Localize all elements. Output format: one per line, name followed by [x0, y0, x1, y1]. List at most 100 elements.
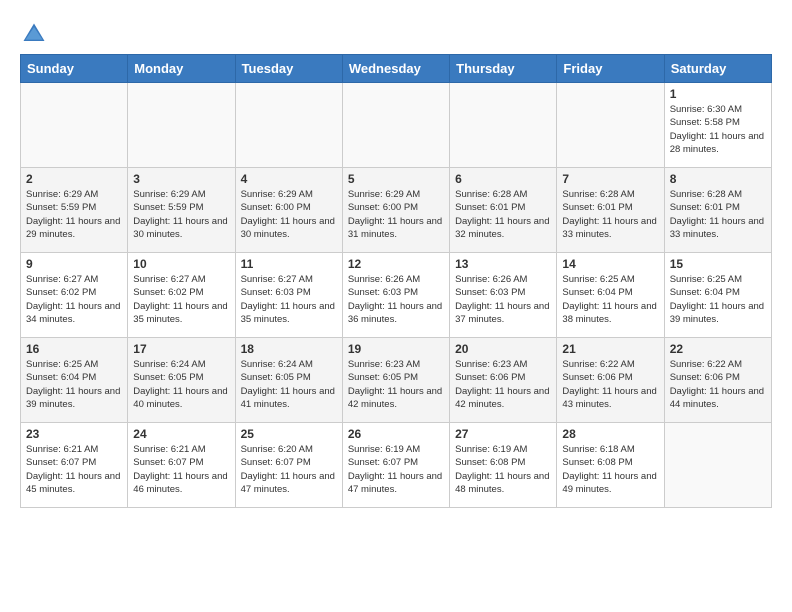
calendar-week-row: 2Sunrise: 6:29 AM Sunset: 5:59 PM Daylig… — [21, 168, 772, 253]
day-info: Sunrise: 6:25 AM Sunset: 6:04 PM Dayligh… — [26, 358, 122, 411]
logo — [20, 20, 52, 48]
calendar-cell — [342, 83, 449, 168]
calendar-table: SundayMondayTuesdayWednesdayThursdayFrid… — [20, 54, 772, 508]
day-number: 3 — [133, 172, 229, 186]
calendar-cell: 20 Sunrise: 6:23 AM Sunset: 6:06 PM Dayli… — [450, 338, 557, 423]
calendar-cell: 9 Sunrise: 6:27 AM Sunset: 6:02 PM Daylig… — [21, 253, 128, 338]
calendar-cell: 5 Sunrise: 6:29 AM Sunset: 6:00 PM Daylig… — [342, 168, 449, 253]
calendar-cell: 10 Sunrise: 6:27 AM Sunset: 6:02 PM Dayli… — [128, 253, 235, 338]
day-number: 26 — [348, 427, 444, 441]
weekday-header-saturday: Saturday — [664, 55, 771, 83]
calendar-cell: 6 Sunrise: 6:28 AM Sunset: 6:01 PM Daylig… — [450, 168, 557, 253]
calendar-week-row: 9 Sunrise: 6:27 AM Sunset: 6:02 PM Daylig… — [21, 253, 772, 338]
calendar-cell — [128, 83, 235, 168]
day-number: 28 — [562, 427, 658, 441]
calendar-cell: 26 Sunrise: 6:19 AM Sunset: 6:07 PM Dayli… — [342, 423, 449, 508]
calendar-cell: 28 Sunrise: 6:18 AM Sunset: 6:08 PM Dayli… — [557, 423, 664, 508]
day-info: Sunrise: 6:25 AM Sunset: 6:04 PM Dayligh… — [670, 273, 766, 326]
calendar-week-row: 1 Sunrise: 6:30 AM Sunset: 5:58 PM Daylig… — [21, 83, 772, 168]
weekday-header-tuesday: Tuesday — [235, 55, 342, 83]
calendar-week-row: 16 Sunrise: 6:25 AM Sunset: 6:04 PM Dayli… — [21, 338, 772, 423]
day-number: 8 — [670, 172, 766, 186]
calendar-header-row: SundayMondayTuesdayWednesdayThursdayFrid… — [21, 55, 772, 83]
day-info: Sunrise: 6:30 AM Sunset: 5:58 PM Dayligh… — [670, 103, 766, 156]
day-info: Sunrise: 6:29 AM Sunset: 5:59 PM Dayligh… — [26, 188, 122, 241]
day-number: 10 — [133, 257, 229, 271]
calendar-cell: 23 Sunrise: 6:21 AM Sunset: 6:07 PM Dayli… — [21, 423, 128, 508]
day-number: 5 — [348, 172, 444, 186]
day-number: 14 — [562, 257, 658, 271]
day-number: 17 — [133, 342, 229, 356]
day-info: Sunrise: 6:26 AM Sunset: 6:03 PM Dayligh… — [348, 273, 444, 326]
day-info: Sunrise: 6:19 AM Sunset: 6:07 PM Dayligh… — [348, 443, 444, 496]
day-info: Sunrise: 6:23 AM Sunset: 6:05 PM Dayligh… — [348, 358, 444, 411]
calendar-cell: 12 Sunrise: 6:26 AM Sunset: 6:03 PM Dayli… — [342, 253, 449, 338]
day-number: 6 — [455, 172, 551, 186]
calendar-cell: 17 Sunrise: 6:24 AM Sunset: 6:05 PM Dayli… — [128, 338, 235, 423]
day-info: Sunrise: 6:27 AM Sunset: 6:02 PM Dayligh… — [26, 273, 122, 326]
calendar-cell: 15 Sunrise: 6:25 AM Sunset: 6:04 PM Dayli… — [664, 253, 771, 338]
day-info: Sunrise: 6:23 AM Sunset: 6:06 PM Dayligh… — [455, 358, 551, 411]
day-info: Sunrise: 6:24 AM Sunset: 6:05 PM Dayligh… — [133, 358, 229, 411]
calendar-cell: 13 Sunrise: 6:26 AM Sunset: 6:03 PM Dayli… — [450, 253, 557, 338]
day-number: 22 — [670, 342, 766, 356]
weekday-header-thursday: Thursday — [450, 55, 557, 83]
day-info: Sunrise: 6:25 AM Sunset: 6:04 PM Dayligh… — [562, 273, 658, 326]
calendar-cell: 11 Sunrise: 6:27 AM Sunset: 6:03 PM Dayli… — [235, 253, 342, 338]
day-info: Sunrise: 6:26 AM Sunset: 6:03 PM Dayligh… — [455, 273, 551, 326]
calendar-cell: 3 Sunrise: 6:29 AM Sunset: 5:59 PM Daylig… — [128, 168, 235, 253]
day-number: 16 — [26, 342, 122, 356]
calendar-cell: 14 Sunrise: 6:25 AM Sunset: 6:04 PM Dayli… — [557, 253, 664, 338]
day-number: 24 — [133, 427, 229, 441]
calendar-cell: 8 Sunrise: 6:28 AM Sunset: 6:01 PM Daylig… — [664, 168, 771, 253]
day-info: Sunrise: 6:22 AM Sunset: 6:06 PM Dayligh… — [562, 358, 658, 411]
calendar-cell: 19Sunrise: 6:23 AM Sunset: 6:05 PM Dayli… — [342, 338, 449, 423]
day-info: Sunrise: 6:21 AM Sunset: 6:07 PM Dayligh… — [133, 443, 229, 496]
day-number: 12 — [348, 257, 444, 271]
calendar-cell: 21 Sunrise: 6:22 AM Sunset: 6:06 PM Dayli… — [557, 338, 664, 423]
calendar-cell: 18 Sunrise: 6:24 AM Sunset: 6:05 PM Dayli… — [235, 338, 342, 423]
weekday-header-sunday: Sunday — [21, 55, 128, 83]
calendar-cell — [557, 83, 664, 168]
calendar-cell: 25Sunrise: 6:20 AM Sunset: 6:07 PM Dayli… — [235, 423, 342, 508]
day-number: 9 — [26, 257, 122, 271]
calendar-week-row: 23 Sunrise: 6:21 AM Sunset: 6:07 PM Dayli… — [21, 423, 772, 508]
day-info: Sunrise: 6:29 AM Sunset: 6:00 PM Dayligh… — [348, 188, 444, 241]
day-info: Sunrise: 6:20 AM Sunset: 6:07 PM Dayligh… — [241, 443, 337, 496]
calendar-cell — [235, 83, 342, 168]
weekday-header-friday: Friday — [557, 55, 664, 83]
calendar-cell: 4Sunrise: 6:29 AM Sunset: 6:00 PM Daylig… — [235, 168, 342, 253]
day-info: Sunrise: 6:28 AM Sunset: 6:01 PM Dayligh… — [455, 188, 551, 241]
calendar-cell: 24 Sunrise: 6:21 AM Sunset: 6:07 PM Dayli… — [128, 423, 235, 508]
day-number: 13 — [455, 257, 551, 271]
day-info: Sunrise: 6:27 AM Sunset: 6:02 PM Dayligh… — [133, 273, 229, 326]
day-number: 21 — [562, 342, 658, 356]
weekday-header-wednesday: Wednesday — [342, 55, 449, 83]
day-info: Sunrise: 6:18 AM Sunset: 6:08 PM Dayligh… — [562, 443, 658, 496]
calendar-cell: 1 Sunrise: 6:30 AM Sunset: 5:58 PM Daylig… — [664, 83, 771, 168]
day-number: 27 — [455, 427, 551, 441]
day-info: Sunrise: 6:19 AM Sunset: 6:08 PM Dayligh… — [455, 443, 551, 496]
day-info: Sunrise: 6:29 AM Sunset: 6:00 PM Dayligh… — [241, 188, 337, 241]
day-info: Sunrise: 6:28 AM Sunset: 6:01 PM Dayligh… — [670, 188, 766, 241]
day-info: Sunrise: 6:21 AM Sunset: 6:07 PM Dayligh… — [26, 443, 122, 496]
day-number: 11 — [241, 257, 337, 271]
calendar-cell — [450, 83, 557, 168]
day-info: Sunrise: 6:24 AM Sunset: 6:05 PM Dayligh… — [241, 358, 337, 411]
day-number: 23 — [26, 427, 122, 441]
calendar-cell: 2Sunrise: 6:29 AM Sunset: 5:59 PM Daylig… — [21, 168, 128, 253]
calendar-cell — [664, 423, 771, 508]
day-info: Sunrise: 6:27 AM Sunset: 6:03 PM Dayligh… — [241, 273, 337, 326]
day-info: Sunrise: 6:29 AM Sunset: 5:59 PM Dayligh… — [133, 188, 229, 241]
day-info: Sunrise: 6:28 AM Sunset: 6:01 PM Dayligh… — [562, 188, 658, 241]
calendar-cell — [21, 83, 128, 168]
day-number: 20 — [455, 342, 551, 356]
day-number: 18 — [241, 342, 337, 356]
day-number: 15 — [670, 257, 766, 271]
logo-icon — [20, 20, 48, 48]
calendar-cell: 27 Sunrise: 6:19 AM Sunset: 6:08 PM Dayli… — [450, 423, 557, 508]
weekday-header-monday: Monday — [128, 55, 235, 83]
day-info: Sunrise: 6:22 AM Sunset: 6:06 PM Dayligh… — [670, 358, 766, 411]
page-header — [20, 20, 772, 48]
day-number: 1 — [670, 87, 766, 101]
